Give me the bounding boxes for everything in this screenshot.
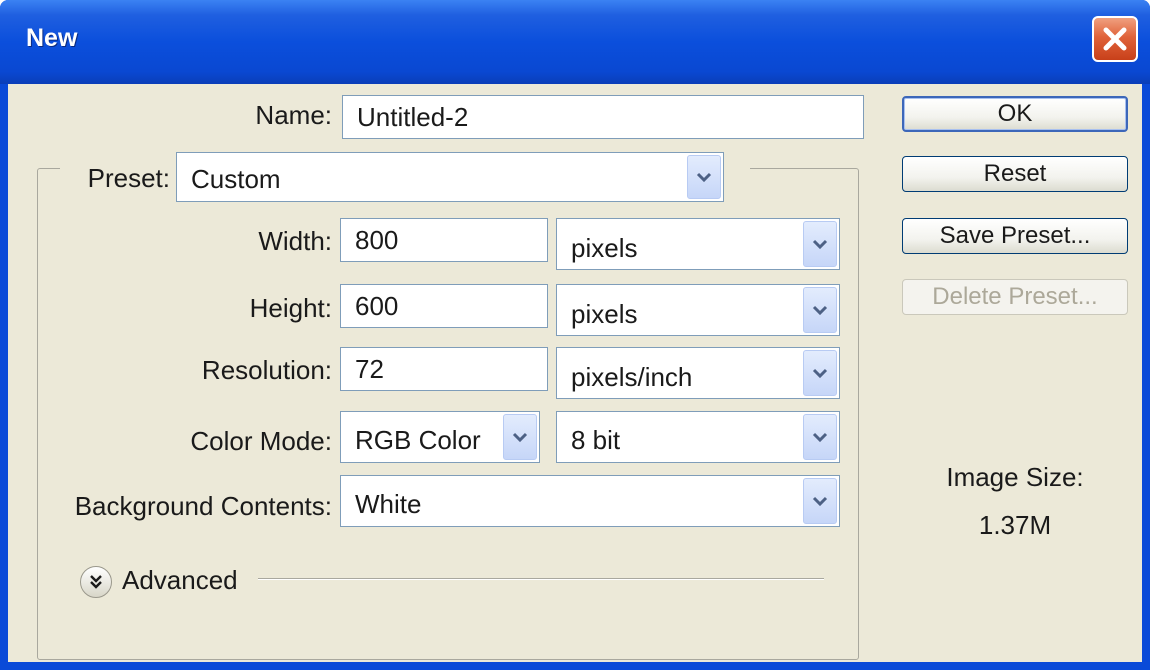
chevron-down-icon: [812, 239, 828, 250]
background-contents-value: White: [355, 489, 422, 519]
chevron-down-icon: [812, 432, 828, 443]
height-unit-dropdown[interactable]: pixels: [556, 284, 840, 336]
close-icon: [1103, 27, 1127, 51]
background-contents-dropdown[interactable]: White: [340, 475, 840, 527]
delete-preset-button: Delete Preset...: [902, 279, 1128, 315]
name-field[interactable]: [342, 95, 864, 139]
preset-label: Preset:: [87, 163, 170, 193]
width-unit-dropdown[interactable]: pixels: [556, 218, 840, 270]
bit-depth-arrow[interactable]: [803, 414, 837, 460]
height-unit-value: pixels: [571, 299, 638, 329]
height-unit-arrow[interactable]: [803, 287, 837, 333]
ok-button[interactable]: OK: [902, 96, 1128, 132]
preset-dropdown-arrow[interactable]: [687, 155, 721, 199]
resolution-unit-arrow[interactable]: [803, 350, 837, 396]
resolution-field[interactable]: [340, 347, 548, 391]
save-preset-button[interactable]: Save Preset...: [902, 218, 1128, 254]
advanced-label[interactable]: Advanced: [122, 565, 238, 596]
width-unit-arrow[interactable]: [803, 221, 837, 267]
bit-depth-dropdown[interactable]: 8 bit: [556, 411, 840, 463]
name-label: Name:: [255, 100, 332, 130]
color-mode-arrow[interactable]: [503, 414, 537, 460]
chevron-down-icon: [812, 305, 828, 316]
height-field[interactable]: [340, 284, 548, 328]
color-mode-label: Color Mode:: [190, 426, 332, 456]
reset-button[interactable]: Reset: [902, 156, 1128, 192]
background-contents-label: Background Contents:: [74, 491, 332, 521]
width-field[interactable]: [340, 218, 548, 262]
preset-value: Custom: [191, 164, 281, 194]
chevron-down-icon: [812, 368, 828, 379]
dialog-window: New Name: Preset: Custom Width: pixels H…: [0, 0, 1150, 670]
chevron-down-icon: [696, 172, 712, 183]
color-mode-value: RGB Color: [355, 425, 481, 455]
height-input[interactable]: [355, 285, 541, 327]
advanced-divider: [258, 578, 824, 580]
chevron-down-icon: [512, 432, 528, 443]
title-bar[interactable]: New: [0, 0, 1150, 84]
resolution-input[interactable]: [355, 348, 541, 390]
double-chevron-down-icon: [90, 575, 102, 589]
width-input[interactable]: [355, 219, 541, 261]
advanced-toggle-button[interactable]: [80, 566, 112, 598]
resolution-unit-dropdown[interactable]: pixels/inch: [556, 347, 840, 399]
width-unit-value: pixels: [571, 233, 638, 263]
color-mode-dropdown[interactable]: RGB Color: [340, 411, 540, 463]
chevron-down-icon: [812, 496, 828, 507]
height-label: Height:: [249, 293, 332, 323]
window-title: New: [26, 24, 78, 52]
name-input[interactable]: [357, 96, 857, 138]
close-button[interactable]: [1092, 16, 1138, 62]
resolution-unit-value: pixels/inch: [571, 362, 693, 392]
image-size-value: 1.37M: [978, 510, 1052, 540]
preset-dropdown[interactable]: Custom: [176, 152, 724, 202]
resolution-label: Resolution:: [201, 355, 332, 385]
bit-depth-value: 8 bit: [571, 425, 621, 455]
width-label: Width:: [258, 226, 332, 256]
image-size-label: Image Size:: [946, 462, 1084, 492]
background-contents-arrow[interactable]: [803, 478, 837, 524]
